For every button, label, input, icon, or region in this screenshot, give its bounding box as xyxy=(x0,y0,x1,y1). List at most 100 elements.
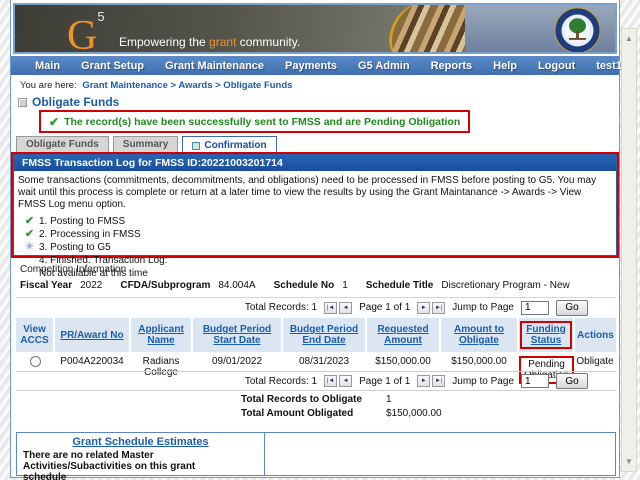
check-icon: ✔ xyxy=(49,115,59,129)
scroll-down-button[interactable]: ▼ xyxy=(622,454,636,469)
tab-obligate-funds[interactable]: Obligate Funds xyxy=(16,136,109,153)
pagination-bottom: Total Records: 1 |◄ ◄ Page 1 of 1 ► ►| J… xyxy=(16,371,616,391)
page-indicator: Page 1 of 1 xyxy=(359,376,410,387)
go-button[interactable]: Go xyxy=(556,373,588,389)
department-of-education-seal-icon xyxy=(554,7,601,54)
nav-g5-admin[interactable]: G5 Admin xyxy=(358,60,410,72)
schedule-no-label: Schedule No xyxy=(274,280,335,291)
nav-grant-setup[interactable]: Grant Setup xyxy=(81,60,144,72)
sort-requested-amount[interactable]: Requested Amount xyxy=(377,324,428,346)
nav-grant-maintenance[interactable]: Grant Maintenance xyxy=(165,60,264,72)
sort-budget-end[interactable]: Budget Period End Date xyxy=(290,324,358,346)
grant-schedule-estimates-empty-cell xyxy=(265,433,615,475)
next-page-button[interactable]: ► xyxy=(417,302,430,314)
total-records-label: Total Records: 1 xyxy=(245,376,317,387)
page-title-row: Obligate Funds xyxy=(18,95,119,109)
schedule-no-value: 1 xyxy=(342,280,348,291)
total-records-label: Total Records: 1 xyxy=(245,302,317,313)
fmss-panel-instructions: Some transactions (commitments, decommit… xyxy=(14,171,616,213)
success-message-text: The record(s) have been successfully sen… xyxy=(64,116,460,128)
cfda-value: 84.004A xyxy=(218,280,255,291)
tab-obligate-funds-label: Obligate Funds xyxy=(26,139,99,150)
fiscal-year-label: Fiscal Year xyxy=(20,280,72,291)
fmss-step-3: ✳ 3. Posting to G5 xyxy=(24,241,616,254)
down-arrow-icon: ▼ xyxy=(625,457,633,466)
fiscal-year-value: 2022 xyxy=(80,280,102,291)
col-amount-to-obligate: Amount to Obligate xyxy=(440,318,518,352)
g5-logo-g: G xyxy=(67,13,97,54)
fmss-step-3-label: 3. Posting to G5 xyxy=(39,241,111,254)
step-done-icon: ✔ xyxy=(24,215,35,228)
g5-application-window: G5 Empowering the grant community. Main … xyxy=(0,0,640,480)
col-funding-status: Funding Status xyxy=(518,318,574,352)
prev-page-button[interactable]: ◄ xyxy=(339,302,352,314)
tab-bar: Obligate Funds Summary Confirmation xyxy=(16,136,277,153)
nav-help[interactable]: Help xyxy=(493,60,517,72)
sort-pr-award-no[interactable]: PR/Award No xyxy=(60,330,123,341)
competition-fields: Fiscal Year2022 CFDA/Subprogram84.004A S… xyxy=(20,280,580,291)
sort-funding-status[interactable]: Funding Status xyxy=(526,324,565,346)
page-title: Obligate Funds xyxy=(32,95,119,109)
first-page-button[interactable]: |◄ xyxy=(324,375,337,387)
last-page-button[interactable]: ►| xyxy=(432,375,445,387)
competition-section-label: Competition Information xyxy=(20,264,580,275)
prev-page-button[interactable]: ◄ xyxy=(339,375,352,387)
grant-schedule-estimates-message: There are no related Master Activities/S… xyxy=(23,450,203,480)
fmss-step-2: ✔ 2. Processing in FMSS xyxy=(24,228,616,241)
nav-username: test1 xyxy=(596,60,622,72)
tab-confirmation-label: Confirmation xyxy=(204,140,266,151)
step-processing-icon: ✳ xyxy=(24,241,35,254)
fmss-transaction-log-panel: FMSS Transaction Log for FMSS ID:2022100… xyxy=(11,152,619,258)
col-budget-end: Budget Period End Date xyxy=(282,318,366,352)
col-view-accs: View ACCS xyxy=(16,318,54,352)
jump-to-page-input[interactable] xyxy=(521,301,549,315)
confirmation-tab-icon xyxy=(192,142,200,150)
fmss-panel-inner: FMSS Transaction Log for FMSS ID:2022100… xyxy=(13,154,617,256)
table-header-row: View ACCS PR/Award No Applicant Name Bud… xyxy=(16,318,616,352)
jump-to-page-label: Jump to Page xyxy=(452,376,514,387)
next-page-button[interactable]: ► xyxy=(417,375,430,387)
nav-payments[interactable]: Payments xyxy=(285,60,337,72)
step-done-icon: ✔ xyxy=(24,228,35,241)
jump-to-page-label: Jump to Page xyxy=(452,302,514,313)
tagline-highlight: grant xyxy=(209,35,236,49)
col-applicant-name: Applicant Name xyxy=(130,318,192,352)
col-pr-award-no: PR/Award No xyxy=(54,318,130,352)
fmss-step-1: ✔ 1. Posting to FMSS xyxy=(24,215,616,228)
breadcrumb-path[interactable]: Grant Maintenance > Awards > Obligate Fu… xyxy=(82,80,292,91)
breadcrumb: You are here: Grant Maintenance > Awards… xyxy=(20,80,292,91)
col-budget-start: Budget Period Start Date xyxy=(192,318,282,352)
nav-main[interactable]: Main xyxy=(35,60,60,72)
fmss-panel-header: FMSS Transaction Log for FMSS ID:2022100… xyxy=(14,155,616,171)
go-button[interactable]: Go xyxy=(556,300,588,316)
tab-summary[interactable]: Summary xyxy=(113,136,179,153)
jump-to-page-input[interactable] xyxy=(521,374,549,388)
sort-amount-to-obligate[interactable]: Amount to Obligate xyxy=(454,324,504,346)
total-amount-obligated-value: $150,000.00 xyxy=(386,407,442,421)
scroll-up-button[interactable]: ▲ xyxy=(622,31,636,46)
first-page-button[interactable]: |◄ xyxy=(324,302,337,314)
nav-logout[interactable]: Logout xyxy=(538,60,575,72)
last-page-button[interactable]: ►| xyxy=(432,302,445,314)
page-title-icon xyxy=(18,98,27,107)
tab-summary-label: Summary xyxy=(123,139,169,150)
grant-schedule-estimates-title[interactable]: Grant Schedule Estimates xyxy=(61,436,221,448)
up-arrow-icon: ▲ xyxy=(625,34,633,43)
main-nav: Main Grant Setup Grant Maintenance Payme… xyxy=(11,56,619,75)
select-award-radio[interactable] xyxy=(30,356,41,367)
total-records-to-obligate-value: 1 xyxy=(386,393,392,407)
g5-logo-5: 5 xyxy=(97,9,104,24)
schedule-title-value: Discretionary Program - New xyxy=(441,280,569,291)
sort-applicant-name[interactable]: Applicant Name xyxy=(138,324,184,346)
competition-information: Competition Information Fiscal Year2022 … xyxy=(20,264,580,291)
total-amount-obligated-label: Total Amount Obligated xyxy=(241,407,386,421)
fmss-step-1-label: 1. Posting to FMSS xyxy=(39,215,125,228)
nav-reports[interactable]: Reports xyxy=(431,60,473,72)
tab-confirmation[interactable]: Confirmation xyxy=(182,136,276,153)
schedule-title-label: Schedule Title xyxy=(366,280,434,291)
vertical-scrollbar[interactable]: ▲ ▼ xyxy=(621,28,637,472)
tagline-prefix: Empowering the xyxy=(119,35,209,49)
pagination-top: Total Records: 1 |◄ ◄ Page 1 of 1 ► ►| J… xyxy=(16,297,616,317)
fmss-step-2-label: 2. Processing in FMSS xyxy=(39,228,141,241)
sort-budget-start[interactable]: Budget Period Start Date xyxy=(203,324,271,346)
